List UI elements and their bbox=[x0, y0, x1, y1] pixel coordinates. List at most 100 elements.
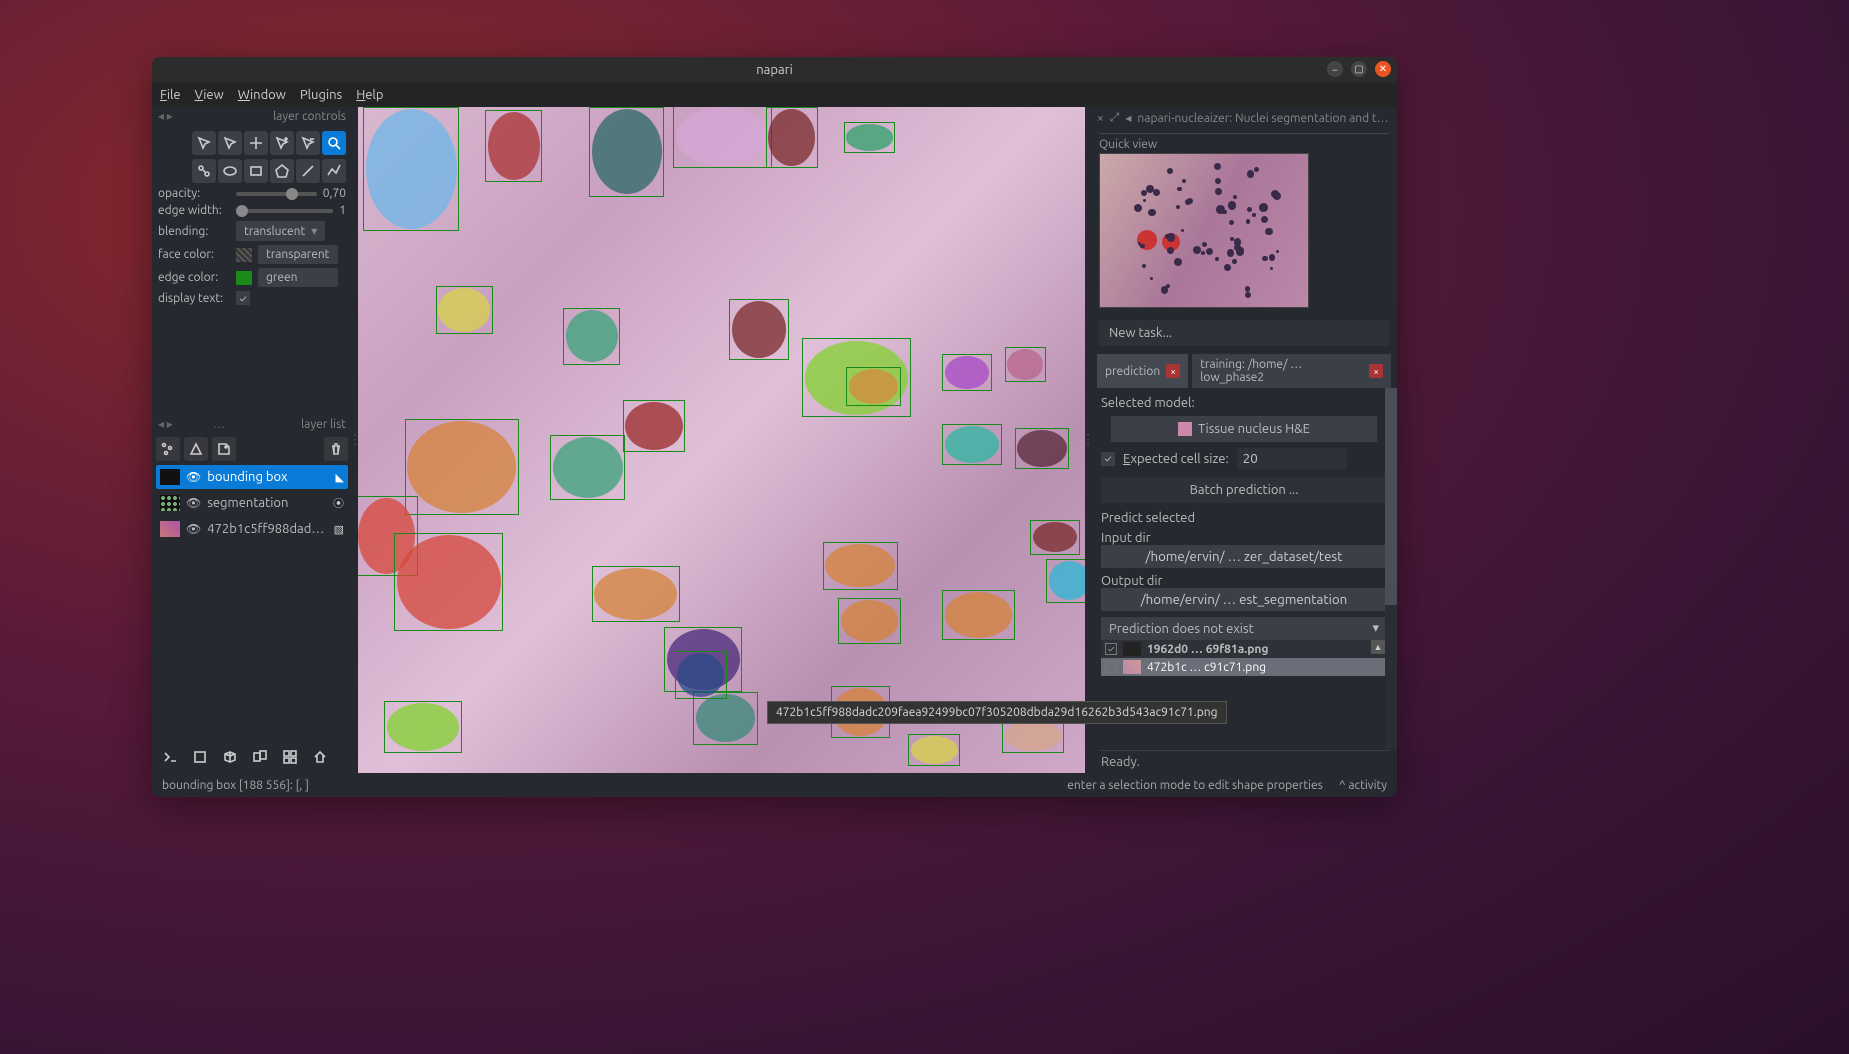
delete-shape-tool[interactable] bbox=[192, 159, 216, 183]
bounding-box bbox=[384, 701, 462, 753]
bounding-box bbox=[563, 308, 620, 365]
new-labels-layer[interactable] bbox=[212, 437, 236, 461]
input-dir-field[interactable] bbox=[1101, 545, 1387, 568]
home-button[interactable] bbox=[308, 745, 332, 769]
canvas[interactable] bbox=[358, 107, 1085, 773]
selected-model-label: Selected model: bbox=[1101, 396, 1387, 410]
chevron-down-icon: ▾ bbox=[1372, 621, 1379, 636]
menu-plugins[interactable]: Plugins bbox=[300, 88, 342, 102]
new-points-layer[interactable] bbox=[156, 437, 180, 461]
edge-color-select[interactable]: green bbox=[258, 268, 338, 287]
face-color-select[interactable]: transparent bbox=[258, 245, 338, 264]
layer-item-image[interactable]: 👁 472b1c5ff988dadc… ▧ bbox=[156, 517, 348, 541]
shapes-icon: ◣ bbox=[336, 471, 344, 484]
face-color-swatch[interactable] bbox=[236, 248, 252, 262]
bounding-box bbox=[729, 299, 789, 360]
visibility-toggle[interactable]: 👁 bbox=[186, 522, 201, 536]
menu-file[interactable]: File bbox=[160, 88, 181, 102]
ndisplay-button[interactable] bbox=[188, 745, 212, 769]
opacity-slider[interactable] bbox=[236, 192, 317, 196]
path-tool[interactable] bbox=[322, 159, 346, 183]
batch-prediction-button[interactable]: Batch prediction ... bbox=[1101, 477, 1387, 503]
dock-undock-icon[interactable]: ◂ ▸ bbox=[158, 417, 173, 431]
direct-select-tool[interactable] bbox=[218, 131, 242, 155]
layer-name: segmentation bbox=[207, 496, 327, 510]
scrollbar[interactable] bbox=[1385, 388, 1397, 750]
plugin-dock-icon[interactable]: ◂ bbox=[1125, 111, 1131, 125]
new-shapes-layer[interactable] bbox=[184, 437, 208, 461]
layer-controls: opacity: 0,70 edge width: 1 blending: tr… bbox=[152, 125, 352, 315]
new-task-button[interactable]: New task... bbox=[1099, 320, 1389, 346]
close-tab-icon[interactable]: × bbox=[1166, 364, 1180, 378]
output-dir-field[interactable] bbox=[1101, 588, 1387, 611]
prediction-filter-select[interactable]: Prediction does not exist▾ bbox=[1101, 617, 1387, 640]
face-color-label: face color: bbox=[158, 248, 230, 261]
dock-undock-icon[interactable]: ◂ ▸ bbox=[158, 109, 173, 123]
tab-body: Selected model: Tissue nucleus H&E ✓ Exp… bbox=[1091, 388, 1397, 750]
blending-label: blending: bbox=[158, 225, 230, 238]
tab-prediction[interactable]: prediction × bbox=[1097, 354, 1188, 388]
transpose-button[interactable] bbox=[248, 745, 272, 769]
plugin-header: × ⤢ ◂ napari-nucleaizer: Nuclei segmenta… bbox=[1091, 107, 1397, 129]
select-tool[interactable] bbox=[192, 131, 216, 155]
model-icon bbox=[1178, 422, 1192, 436]
expected-cell-input[interactable] bbox=[1237, 448, 1347, 469]
ellipse-tool[interactable] bbox=[218, 159, 242, 183]
minimize-button[interactable]: − bbox=[1327, 61, 1343, 77]
file-checkbox[interactable] bbox=[1105, 661, 1117, 673]
bounding-box bbox=[436, 286, 493, 334]
plugin-title: napari-nucleaizer: Nuclei segmentation a… bbox=[1137, 112, 1391, 125]
delete-layer[interactable] bbox=[324, 437, 348, 461]
close-button[interactable]: ✕ bbox=[1375, 61, 1391, 77]
output-dir-label: Output dir bbox=[1101, 574, 1387, 588]
plugin-float-icon[interactable]: ⤢ bbox=[1110, 111, 1120, 125]
pan-tool[interactable] bbox=[244, 131, 268, 155]
polygon-tool[interactable] bbox=[270, 159, 294, 183]
remove-vertex-tool[interactable] bbox=[296, 131, 320, 155]
visibility-toggle[interactable]: 👁 bbox=[186, 496, 201, 510]
menu-view[interactable]: View bbox=[195, 88, 224, 102]
edge-color-swatch[interactable] bbox=[236, 271, 252, 285]
layer-item-segmentation[interactable]: 👁 segmentation ⦿ bbox=[156, 491, 348, 515]
bounding-box bbox=[592, 566, 680, 623]
tab-training[interactable]: training: /home/ … low_phase2 × bbox=[1192, 354, 1391, 388]
roll-button[interactable] bbox=[218, 745, 242, 769]
file-name: 1962d0 … 69f81a.png bbox=[1147, 643, 1268, 656]
bounding-box bbox=[766, 107, 818, 168]
bounding-box bbox=[673, 107, 772, 168]
file-checkbox[interactable]: ✓ bbox=[1105, 643, 1117, 655]
layer-controls-header: ◂ ▸ layer controls bbox=[152, 107, 352, 125]
blending-select[interactable]: translucent▾ bbox=[236, 221, 325, 241]
canvas-image bbox=[358, 107, 1085, 773]
zoom-tool[interactable] bbox=[322, 131, 346, 155]
close-tab-icon[interactable]: × bbox=[1369, 364, 1383, 378]
grid-button[interactable] bbox=[278, 745, 302, 769]
tab-label: prediction bbox=[1105, 365, 1160, 378]
left-panel: ◂ ▸ layer controls bbox=[152, 107, 352, 773]
menu-window[interactable]: Window bbox=[238, 88, 286, 102]
add-vertex-tool[interactable] bbox=[270, 131, 294, 155]
scroll-up-icon[interactable]: ▲ bbox=[1371, 640, 1385, 654]
maximize-button[interactable]: ▢ bbox=[1351, 61, 1367, 77]
expected-cell-checkbox[interactable]: ✓ bbox=[1101, 452, 1115, 466]
bounding-box bbox=[589, 107, 664, 197]
selected-model-button[interactable]: Tissue nucleus H&E bbox=[1111, 416, 1377, 442]
rectangle-tool[interactable] bbox=[244, 159, 268, 183]
edge-width-slider[interactable] bbox=[236, 209, 333, 213]
file-item[interactable]: 472b1c … c91c71.png bbox=[1101, 658, 1387, 676]
visibility-toggle[interactable]: 👁 bbox=[186, 470, 201, 484]
line-tool[interactable] bbox=[296, 159, 320, 183]
menu-help[interactable]: Help bbox=[356, 88, 383, 102]
console-button[interactable] bbox=[158, 745, 182, 769]
file-item[interactable]: ✓ 1962d0 … 69f81a.png bbox=[1101, 640, 1387, 658]
edge-width-value: 1 bbox=[339, 204, 346, 217]
file-thumbnail bbox=[1123, 642, 1141, 656]
labels-icon: ⦿ bbox=[333, 495, 344, 511]
plugin-close-icon[interactable]: × bbox=[1097, 112, 1104, 125]
layer-list-header: ◂ ▸ … layer list bbox=[152, 415, 352, 433]
bounding-box bbox=[1015, 428, 1070, 469]
display-text-checkbox[interactable]: ✓ bbox=[236, 291, 250, 305]
layer-item-bounding-box[interactable]: 👁 bounding box ◣ bbox=[156, 465, 348, 489]
activity-toggle[interactable]: ^ activity bbox=[1339, 779, 1387, 792]
edge-color-label: edge color: bbox=[158, 271, 230, 284]
